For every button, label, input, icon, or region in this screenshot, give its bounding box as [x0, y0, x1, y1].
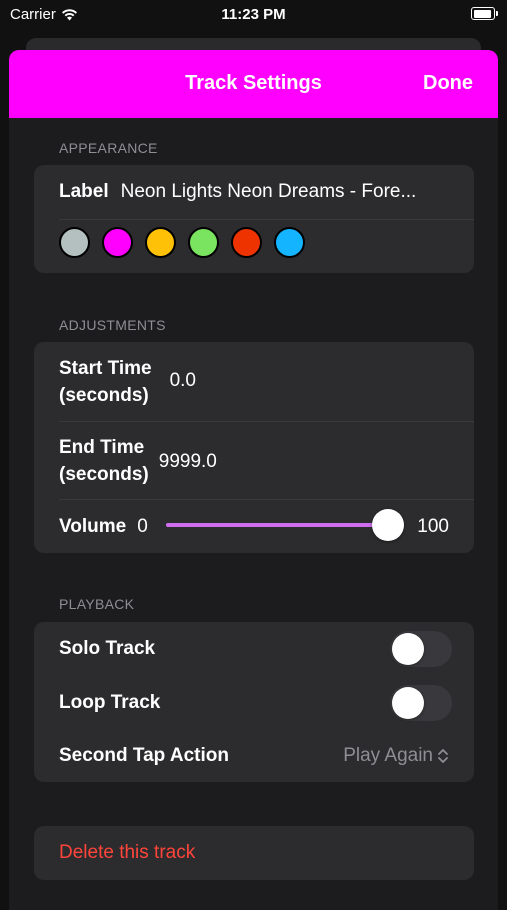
volume-max-label: 100 — [417, 515, 449, 537]
end-time-label: End Time (seconds) — [59, 434, 149, 488]
end-time-label-line2: (seconds) — [59, 463, 149, 485]
toggle-knob — [392, 687, 424, 719]
section-header-playback: PLAYBACK — [59, 596, 135, 612]
playback-group: Solo Track Loop Track Second Tap Action … — [34, 622, 474, 782]
color-swatch-yellow[interactable] — [145, 227, 176, 258]
toggle-knob — [392, 633, 424, 665]
navigation-bar: Track Settings Done — [9, 50, 498, 118]
color-swatch-red[interactable] — [231, 227, 262, 258]
adjustments-group: Start Time (seconds) 0.0 End Time (secon… — [34, 342, 474, 553]
second-tap-action-picker[interactable]: Play Again — [343, 745, 449, 767]
volume-min-label: 0 — [137, 515, 148, 537]
color-swatch-magenta[interactable] — [102, 227, 133, 258]
second-tap-action-value: Play Again — [343, 745, 433, 766]
loop-track-label: Loop Track — [59, 692, 161, 713]
solo-track-label: Solo Track — [59, 638, 156, 659]
end-time-input[interactable]: 9999.0 — [159, 451, 217, 473]
start-time-label-line1: Start Time — [59, 357, 152, 379]
start-time-label-line2: (seconds) — [59, 384, 149, 406]
end-time-row: End Time (seconds) 9999.0 — [34, 422, 474, 499]
track-settings-sheet: Track Settings Done APPEARANCE Label Neo… — [9, 50, 498, 910]
end-time-label-line1: End Time — [59, 436, 145, 458]
delete-row[interactable]: Delete this track — [34, 826, 474, 880]
start-time-input[interactable]: 0.0 — [170, 370, 196, 392]
volume-slider[interactable] — [166, 509, 404, 541]
delete-group: Delete this track — [34, 826, 474, 880]
volume-label: Volume — [59, 515, 127, 537]
color-swatch-blue[interactable] — [274, 227, 305, 258]
divider — [59, 219, 474, 220]
solo-track-toggle[interactable] — [390, 631, 452, 667]
delete-track-button[interactable]: Delete this track — [59, 842, 195, 864]
status-time: 11:23 PM — [221, 6, 286, 23]
volume-row: Volume 0 100 — [34, 500, 474, 553]
start-time-row: Start Time (seconds) 0.0 — [34, 342, 474, 421]
done-button[interactable]: Done — [423, 72, 473, 95]
loop-track-toggle[interactable] — [390, 685, 452, 721]
label-key: Label — [59, 181, 109, 202]
color-swatches — [59, 227, 305, 258]
volume-slider-thumb[interactable] — [372, 509, 404, 541]
solo-track-row: Solo Track — [34, 622, 474, 676]
section-header-appearance: APPEARANCE — [59, 140, 158, 156]
second-tap-action-row: Second Tap Action Play Again — [34, 730, 474, 782]
second-tap-action-label: Second Tap Action — [59, 745, 229, 766]
section-header-adjustments: ADJUSTMENTS — [59, 317, 166, 333]
volume-slider-fill — [166, 523, 388, 527]
color-swatch-gray[interactable] — [59, 227, 90, 258]
battery-icon — [471, 7, 498, 20]
chevron-up-down-icon — [438, 749, 448, 763]
appearance-group: Label Neon Lights Neon Dreams - Fore... — [34, 165, 474, 273]
label-row[interactable]: Label Neon Lights Neon Dreams - Fore... — [34, 165, 474, 219]
status-bar: Carrier 11:23 PM — [0, 0, 507, 30]
label-value-field[interactable]: Neon Lights Neon Dreams - Fore... — [121, 181, 417, 203]
loop-track-row: Loop Track — [34, 676, 474, 730]
start-time-label: Start Time (seconds) — [59, 355, 152, 409]
color-swatch-green[interactable] — [188, 227, 219, 258]
